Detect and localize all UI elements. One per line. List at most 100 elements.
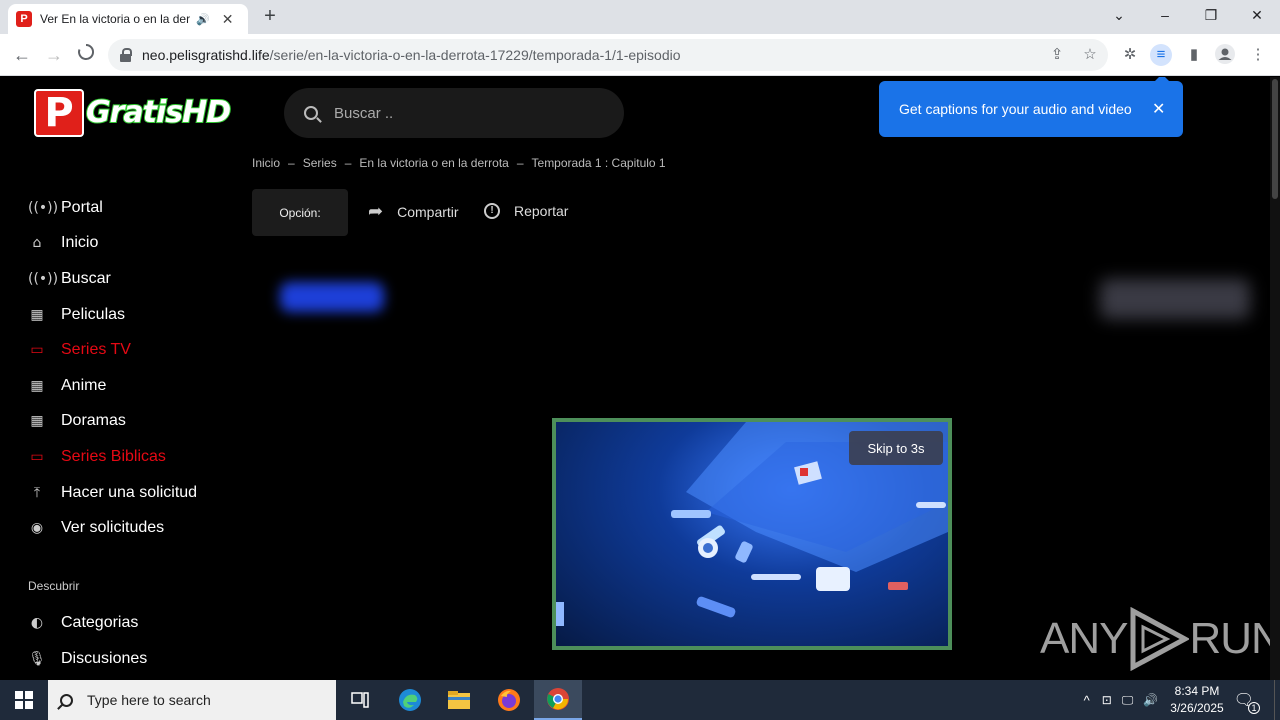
browser-tab-bar: P Ver En la victoria o en la derrota 🔊 ✕… — [0, 0, 1280, 34]
task-view-button[interactable] — [336, 680, 384, 720]
sidebar-item-ver-solicitudes[interactable]: ◉ Ver solicitudes — [28, 516, 164, 540]
clock-time: 8:34 PM — [1174, 684, 1220, 698]
file-explorer-app-button[interactable] — [435, 680, 483, 720]
chevron-up-icon[interactable]: ^ — [1084, 693, 1090, 708]
blurred-language-button[interactable] — [1100, 279, 1250, 319]
side-panel-icon[interactable]: ▮ — [1183, 44, 1205, 66]
sidebar-item-series-biblicas[interactable]: ▭ Series Biblicas — [28, 445, 166, 469]
sidebar-item-hacer-solicitud[interactable]: ⤒ Hacer una solicitud — [28, 481, 197, 505]
sidebar-item-label: Portal — [61, 199, 103, 216]
edge-icon — [399, 689, 421, 711]
media-controls-icon[interactable]: ≡ — [1150, 44, 1172, 66]
scrollbar-thumb[interactable] — [1272, 79, 1278, 199]
show-desktop-button[interactable] — [1274, 680, 1280, 720]
sidebar-item-doramas[interactable]: ▦ Doramas — [28, 409, 126, 433]
broadcast-icon: ((•)) — [28, 200, 59, 216]
browser-tab[interactable]: P Ver En la victoria o en la derrota 🔊 ✕ — [8, 4, 248, 34]
alert-icon: ! — [484, 203, 500, 219]
firefox-app-button[interactable] — [485, 680, 533, 720]
speaker-icon[interactable]: 🔊 — [196, 13, 210, 26]
taskbar-search-box[interactable]: Type here to search — [48, 680, 336, 720]
blurred-server-button[interactable] — [280, 282, 384, 312]
option-button[interactable]: Opción: — [252, 189, 348, 236]
report-button[interactable]: ! Reportar — [484, 203, 568, 219]
logo-text: GratisHD — [85, 94, 232, 131]
lock-icon[interactable] — [120, 48, 132, 62]
edge-app-button[interactable] — [386, 680, 434, 720]
breadcrumb-inicio[interactable]: Inicio — [252, 156, 280, 170]
profile-avatar-icon[interactable] — [1214, 44, 1236, 66]
sidebar-item-label: Doramas — [61, 412, 126, 429]
taskbar: Type here to search ^ ⊡ 🖵 🔊 8:34 PM 3/26… — [0, 680, 1280, 720]
url-text[interactable]: neo.pelisgratishd.life/serie/en-la-victo… — [142, 47, 681, 63]
notification-count: 1 — [1248, 702, 1260, 714]
sidebar-item-categorias[interactable]: ◐ Categorias — [28, 611, 138, 635]
back-icon[interactable]: ← — [10, 43, 34, 67]
notifications-icon[interactable]: 🗨 1 — [1234, 690, 1260, 714]
sidebar-item-label: Peliculas — [61, 306, 126, 323]
new-tab-button[interactable]: + — [258, 5, 282, 29]
site-search[interactable] — [284, 88, 624, 138]
sidebar-item-discusiones[interactable]: 🎙 Discusiones — [28, 647, 147, 671]
task-view-icon — [351, 692, 369, 708]
minimize-button[interactable]: – — [1150, 4, 1180, 26]
skip-ad-button[interactable]: Skip to 3s — [849, 431, 943, 465]
chrome-app-button[interactable] — [534, 680, 582, 720]
firefox-icon — [498, 689, 520, 711]
address-bar[interactable]: neo.pelisgratishd.life/serie/en-la-victo… — [108, 39, 1108, 71]
search-input[interactable] — [334, 104, 594, 122]
restore-button[interactable]: ❐ — [1196, 4, 1226, 26]
sidebar-item-series-tv[interactable]: ▭ Series TV — [28, 338, 131, 362]
captions-popup[interactable]: Get captions for your audio and video ✕ — [879, 77, 1183, 137]
display-icon[interactable]: 🖵 — [1122, 693, 1134, 708]
network-icon[interactable]: ⊡ — [1102, 693, 1112, 707]
stop-loading-icon[interactable] — [74, 43, 98, 67]
folder-icon — [448, 691, 470, 709]
clock[interactable]: 8:34 PM 3/26/2025 — [1170, 683, 1223, 717]
tab-title: Ver En la victoria o en la derrota — [40, 12, 190, 26]
bookmark-star-icon[interactable]: ☆ — [1079, 44, 1101, 66]
start-button[interactable] — [0, 680, 48, 720]
chrome-icon — [547, 688, 569, 710]
browser-toolbar: ← → neo.pelisgratishd.life/serie/en-la-v… — [0, 34, 1280, 76]
sidebar-item-buscar[interactable]: ((•)) Buscar — [28, 267, 111, 291]
taskbar-search-placeholder: Type here to search — [87, 692, 211, 708]
search-icon — [60, 693, 73, 707]
sidebar-item-peliculas[interactable]: ▦ Peliculas — [28, 303, 125, 327]
menu-kebab-icon[interactable]: ⋮ — [1247, 44, 1269, 66]
close-popup-icon[interactable]: ✕ — [1152, 99, 1165, 119]
close-window-button[interactable]: ✕ — [1242, 4, 1272, 26]
share-icon[interactable]: ⇪ — [1046, 44, 1068, 66]
tab-favicon: P — [16, 11, 32, 27]
sidebar-item-label: Categorias — [61, 614, 139, 631]
sidebar-item-label: Hacer una solicitud — [61, 484, 198, 501]
tv-icon: ▭ — [30, 449, 44, 465]
close-tab-icon[interactable]: ✕ — [222, 11, 234, 28]
sidebar-item-inicio[interactable]: ⌂ Inicio — [28, 231, 99, 255]
sidebar-item-anime[interactable]: ▦ Anime — [28, 374, 106, 398]
sidebar-item-portal[interactable]: ((•)) Portal — [28, 196, 103, 220]
share-button[interactable]: ➦ Compartir — [368, 201, 459, 222]
extensions-icon[interactable]: ✲ — [1119, 44, 1141, 66]
report-label: Reportar — [514, 203, 569, 219]
search-icon[interactable] — [304, 106, 318, 120]
web-page: P GratisHD Get captions for your audio a… — [0, 77, 1280, 680]
play-triangle-icon — [1130, 607, 1190, 671]
tv-icon: ▭ — [30, 342, 44, 358]
share-label: Compartir — [397, 203, 459, 220]
watermark-left: ANY — [1040, 614, 1128, 663]
site-logo[interactable]: P GratisHD — [34, 87, 232, 139]
film-icon: ▦ — [30, 378, 44, 394]
sidebar-item-label: Series TV — [61, 341, 131, 358]
breadcrumb-series[interactable]: Series — [303, 156, 337, 170]
url-path: /serie/en-la-victoria-o-en-la-derrota-17… — [269, 47, 681, 63]
sidebar-item-label: Ver solicitudes — [61, 519, 165, 536]
clock-date: 3/26/2025 — [1170, 701, 1224, 715]
video-ad[interactable]: Skip to 3s — [552, 418, 952, 650]
volume-icon[interactable]: 🔊 — [1143, 693, 1158, 707]
breadcrumb-show[interactable]: En la victoria o en la derrota — [359, 156, 508, 170]
page-scrollbar[interactable] — [1270, 77, 1280, 680]
forward-icon[interactable]: → — [42, 43, 66, 67]
half-circle-icon: ◐ — [30, 615, 44, 631]
tab-search-icon[interactable]: ⌄ — [1104, 4, 1134, 26]
